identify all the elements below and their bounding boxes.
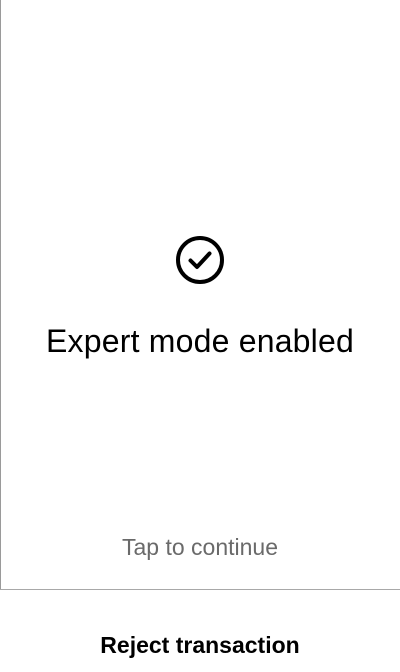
status-title: Expert mode enabled bbox=[45, 323, 354, 359]
reject-transaction-button[interactable]: Reject transaction bbox=[0, 590, 400, 672]
check-circle-icon bbox=[176, 236, 224, 284]
reject-transaction-label: Reject transaction bbox=[100, 631, 300, 658]
tap-to-continue-hint: Tap to continue bbox=[121, 534, 278, 560]
status-screen[interactable]: Expert mode enabled Tap to continue bbox=[0, 0, 400, 589]
